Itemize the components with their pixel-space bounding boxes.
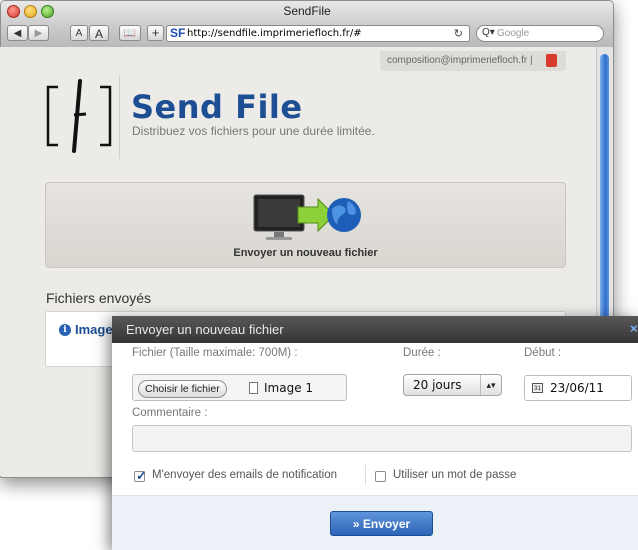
debut-date-value: 23/06/11 [550,381,604,395]
logo-separator [119,75,120,159]
select-arrows-icon: ▴▾ [480,375,501,395]
info-icon: i [59,324,71,336]
file-label: Fichier (Taille maximale: 700M) : [132,347,298,359]
send-button[interactable]: » Envoyer [330,511,433,536]
debut-label: Début : [524,347,562,359]
password-label: Utiliser un mot de passe [393,469,517,481]
back-arrow-icon: ◀ [13,28,22,39]
back-button[interactable]: ◀ [7,25,28,41]
open-book-icon: 📖 [123,28,137,39]
duree-value: 20 jours [413,378,462,392]
title-bar: SendFile ◀ ▶ A A 📖 + SF http://sendfile.… [1,1,613,48]
files-section-title: Fichiers envoyés [46,290,152,306]
close-icon[interactable]: × [630,321,638,336]
dialog-title: Envoyer un nouveau fichier [126,322,284,337]
upload-label: Envoyer un nouveau fichier [233,247,378,259]
duree-select[interactable]: 20 jours ▴▾ [403,374,502,396]
choose-file-button[interactable]: Choisir le fichier [138,380,227,398]
search-field[interactable]: Q▾ Google [476,25,604,42]
notify-label: M'envoyer des emails de notification [152,469,338,481]
notify-checkbox[interactable]: ✓ [134,468,147,483]
sendfile-logo-icon [46,79,112,153]
forward-arrow-icon: ▶ [34,28,43,39]
file-picker: Choisir le fichier Image 1 [132,374,347,401]
favicon-icon: SF [170,26,186,40]
duree-label: Durée : [403,347,441,359]
option-divider [365,465,366,485]
dialog-header: Envoyer un nouveau fichier × [112,316,638,343]
add-bookmark-button[interactable]: + [147,25,164,41]
font-larger-button[interactable]: A [89,25,109,41]
checkmark-icon: ✓ [136,468,147,483]
scrollbar-thumb[interactable] [600,54,609,334]
upload-new-file-button[interactable]: Envoyer un nouveau fichier [45,182,566,268]
search-placeholder: Google [497,28,530,39]
dialog-footer: » Envoyer [112,495,638,550]
upload-dialog: Envoyer un nouveau fichier × Fichier (Ta… [112,316,638,550]
logout-icon[interactable] [546,54,557,67]
font-smaller-button[interactable]: A [70,25,88,41]
reload-icon[interactable]: ↻ [454,27,463,40]
comment-input[interactable] [132,425,632,452]
tagline: Distribuez vos fichiers pour une durée l… [132,124,375,138]
file-name-link[interactable]: Image [75,322,113,337]
user-bar: composition@imprimeriefloch.fr | [380,51,566,71]
search-icon: Q▾ [482,27,495,38]
url-text: http://sendfile.imprimeriefloch.fr/# [187,28,362,39]
brand-title: Send File [131,88,303,126]
debut-date-field[interactable]: 31 23/06/11 [524,375,632,401]
dialog-body: Fichier (Taille maximale: 700M) : Choisi… [112,343,638,495]
calendar-icon[interactable]: 31 [532,383,543,393]
user-email: composition@imprimeriefloch.fr | [387,55,533,66]
forward-button[interactable]: ▶ [28,25,49,41]
upload-to-web-icon [253,194,361,240]
window-title: SendFile [283,4,331,18]
address-bar[interactable]: SF http://sendfile.imprimeriefloch.fr/# … [166,25,470,42]
comment-label: Commentaire : [132,407,208,419]
password-checkbox[interactable] [375,471,386,482]
bookmarks-button[interactable]: 📖 [119,25,141,41]
chosen-file-name: Image 1 [264,381,314,395]
document-icon [249,382,258,394]
